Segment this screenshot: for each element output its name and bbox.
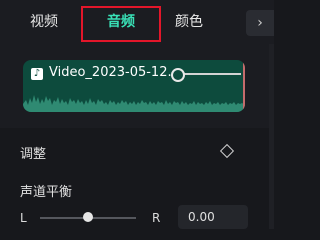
balance-value-input[interactable]: 0.00 — [178, 205, 248, 229]
adjust-row[interactable]: 调整 — [0, 136, 274, 168]
tab-bar: 视频 音频 颜色 › — [0, 0, 274, 44]
clip-volume-handle[interactable] — [171, 68, 185, 82]
tab-video[interactable]: 视频 — [18, 6, 70, 38]
keyframe-diamond-icon[interactable] — [219, 143, 235, 159]
balance-left-label: L — [20, 211, 27, 225]
clip-volume-line[interactable] — [179, 73, 241, 75]
clip-name: Video_2023-05-12... — [49, 65, 180, 80]
tab-audio[interactable]: 音频 — [81, 6, 161, 42]
scrollbar[interactable] — [269, 44, 274, 229]
adjust-label: 调整 — [20, 147, 47, 162]
clip-preview-area: ♪ Video_2023-05-12... — [0, 44, 274, 128]
audio-clip[interactable]: ♪ Video_2023-05-12... — [23, 60, 245, 112]
chevron-right-icon[interactable]: › — [246, 10, 274, 36]
tab-color[interactable]: 颜色 — [165, 6, 213, 38]
balance-slider-handle[interactable] — [83, 212, 93, 222]
audio-properties-panel: 视频 音频 颜色 › ♪ Video_2023-05-12... 调整 声道平衡… — [0, 0, 274, 229]
music-note-icon: ♪ — [31, 68, 43, 80]
channel-balance-title: 声道平衡 — [20, 185, 73, 200]
balance-right-label: R — [152, 211, 161, 225]
waveform — [23, 95, 245, 112]
clip-trim-edge[interactable] — [243, 60, 245, 112]
